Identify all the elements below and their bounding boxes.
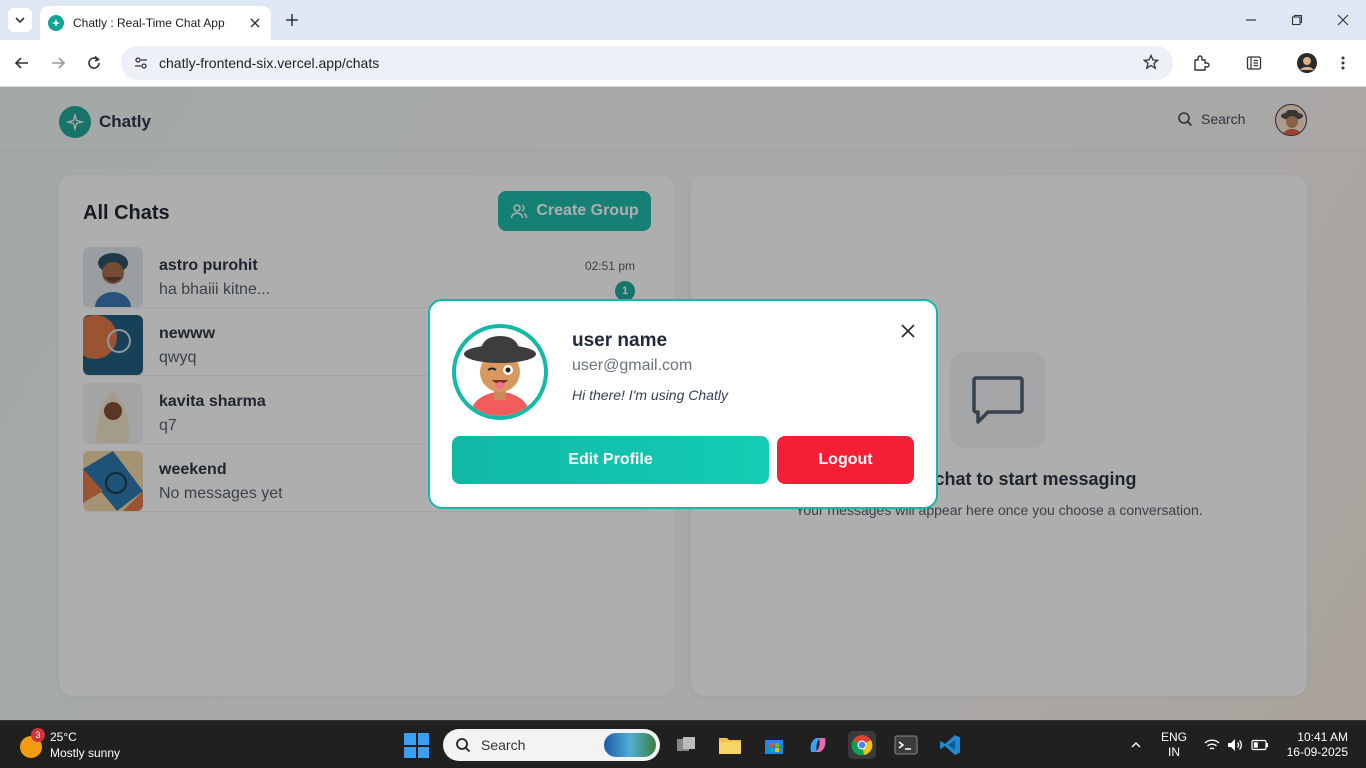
plus-icon — [286, 14, 298, 26]
weather-desc: Mostly sunny — [50, 746, 121, 760]
browser-menu-button[interactable] — [1331, 51, 1355, 75]
task-view-icon[interactable] — [672, 731, 700, 759]
chevron-up-icon[interactable] — [1126, 735, 1146, 755]
restore-icon — [1291, 14, 1303, 26]
profile-email: user@gmail.com — [572, 357, 693, 374]
microsoft-store-icon[interactable] — [760, 731, 788, 759]
language-indicator[interactable]: ENG IN — [1161, 730, 1187, 760]
close-icon[interactable] — [898, 321, 918, 341]
profile-icon — [1297, 53, 1317, 73]
profile-name: user name — [572, 330, 668, 351]
browser-tab-bar: Chatly : Real-Time Chat App — [0, 0, 1366, 40]
clock-date: 16-09-2025 — [1286, 745, 1348, 759]
wifi-icon[interactable] — [1202, 735, 1222, 755]
new-tab-button[interactable] — [282, 10, 302, 30]
taskbar-search-label: Search — [481, 737, 526, 753]
side-panel-icon — [1246, 56, 1262, 70]
clock-time: 10:41 AM — [1297, 730, 1348, 744]
chrome-icon[interactable] — [848, 731, 876, 759]
lang-line-1: ENG — [1161, 730, 1188, 744]
tab-search-button[interactable] — [8, 8, 32, 32]
copilot-icon[interactable] — [804, 731, 832, 759]
more-vertical-icon — [1341, 56, 1345, 70]
chevron-down-icon — [15, 17, 25, 24]
minimize-icon — [1246, 19, 1256, 21]
lang-line-2: IN — [1168, 745, 1180, 759]
bookmark-star-icon[interactable] — [1142, 53, 1160, 75]
puzzle-icon — [1194, 55, 1210, 71]
weather-badge: 3 — [31, 728, 45, 742]
terminal-icon[interactable] — [892, 731, 920, 759]
profile-bio: Hi there! I'm using Chatly — [572, 387, 728, 403]
edit-profile-button[interactable]: Edit Profile — [452, 436, 769, 484]
search-icon — [456, 738, 471, 753]
file-explorer-icon[interactable] — [716, 731, 744, 759]
logout-button[interactable]: Logout — [777, 436, 914, 484]
windows-taskbar: 3 25°C Mostly sunny Search ENG IN 10:41 … — [0, 720, 1366, 768]
vscode-icon[interactable] — [936, 731, 964, 759]
profile-avatar — [452, 324, 548, 420]
minimize-button[interactable] — [1239, 8, 1263, 32]
tab-close-icon[interactable] — [247, 15, 263, 31]
profile-modal: user name user@gmail.com Hi there! I'm u… — [428, 299, 938, 509]
weather-widget[interactable]: 3 25°C Mostly sunny — [20, 728, 140, 762]
site-settings-icon[interactable] — [133, 55, 149, 71]
address-bar[interactable]: chatly-frontend-six.vercel.app/chats — [121, 46, 1173, 80]
arrow-right-icon — [52, 57, 66, 69]
reload-button[interactable] — [82, 51, 106, 75]
taskbar-search[interactable]: Search — [443, 729, 660, 761]
forward-button[interactable] — [46, 51, 70, 75]
arrow-left-icon — [14, 57, 28, 69]
extensions-button[interactable] — [1189, 51, 1213, 75]
weather-temp: 25°C — [50, 730, 77, 744]
url-text: chatly-frontend-six.vercel.app/chats — [159, 55, 380, 71]
back-button[interactable] — [10, 51, 34, 75]
close-icon — [1337, 14, 1349, 26]
volume-icon[interactable] — [1225, 735, 1245, 755]
reload-icon — [88, 55, 100, 69]
windows-start-icon[interactable] — [404, 733, 429, 758]
tab-title: Chatly : Real-Time Chat App — [73, 16, 225, 30]
system-clock[interactable]: 10:41 AM 16-09-2025 — [1280, 730, 1348, 760]
browser-toolbar: chatly-frontend-six.vercel.app/chats — [0, 40, 1366, 87]
chatly-favicon-icon — [48, 15, 64, 31]
restore-button[interactable] — [1285, 8, 1309, 32]
browser-profile-avatar[interactable] — [1295, 51, 1319, 75]
browser-tab[interactable]: Chatly : Real-Time Chat App — [40, 6, 271, 40]
search-highlight-image — [604, 733, 656, 757]
battery-icon[interactable] — [1250, 735, 1270, 755]
reading-list-button[interactable] — [1242, 51, 1266, 75]
close-window-button[interactable] — [1331, 8, 1355, 32]
